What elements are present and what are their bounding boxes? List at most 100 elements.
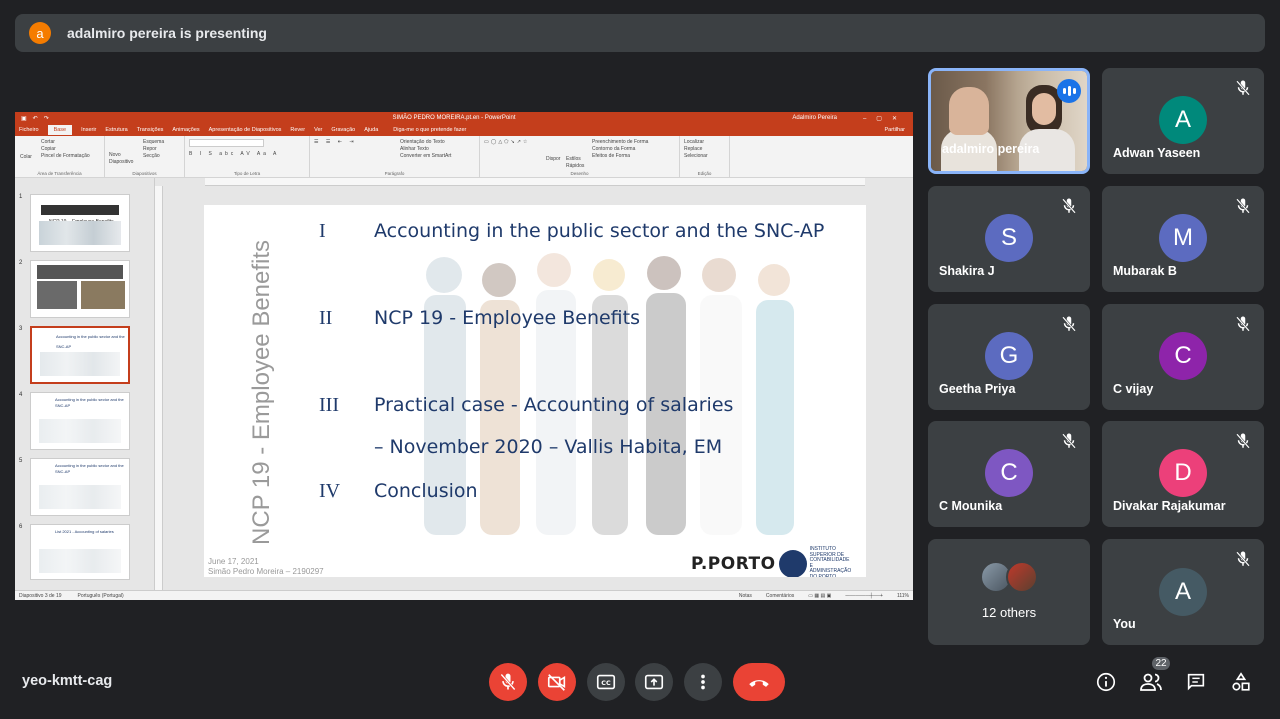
activities-button[interactable]	[1229, 670, 1253, 694]
agenda-number: III	[319, 394, 339, 416]
participant-name: You	[1113, 617, 1136, 631]
tab-rever[interactable]: Rever	[290, 127, 305, 133]
shape-effects-button[interactable]: Efeitos de Forma	[592, 153, 648, 160]
participant-tile[interactable]: S Shakira J	[928, 186, 1090, 292]
align-text-button[interactable]: Alinhar Texto	[400, 146, 451, 153]
language-indicator[interactable]: Português (Portugal)	[78, 593, 124, 599]
slide-thumbnail[interactable]	[30, 260, 130, 318]
participant-tile[interactable]: D Divakar Rajakumar	[1102, 421, 1264, 527]
camera-toggle-button[interactable]	[538, 663, 576, 701]
font-name-box[interactable]	[189, 139, 264, 147]
shape-fill-button[interactable]: Preenchimento de Forma	[592, 139, 648, 146]
shape-outline-button[interactable]: Contorno da Forma	[592, 146, 648, 153]
ppt-user-name: Adalmiro Pereira	[792, 115, 837, 121]
zoom-slider[interactable]: –──────┼──+	[845, 593, 883, 599]
slide-thumbnail-selected[interactable]: Accounting in the public sector and the …	[30, 326, 130, 384]
people-button[interactable]	[1139, 670, 1163, 694]
replace-button[interactable]: Replace	[684, 146, 725, 153]
captions-button[interactable]: CC	[587, 663, 625, 701]
tell-me-box[interactable]: Diga-me o que pretende fazer	[393, 127, 466, 133]
select-button[interactable]: Selecionar	[684, 153, 725, 160]
tab-ficheiro[interactable]: Ficheiro	[19, 127, 39, 133]
ribbon-group-drawing: ▭◯△⬠↘↗☆ Dispor Estilos Rápidos Preenchim…	[480, 136, 680, 177]
ppt-status-bar: Diapositivo 3 de 19 Português (Portugal)…	[15, 590, 913, 600]
copy-button[interactable]: Copiar	[41, 146, 100, 153]
slide-footer: June 17, 2021 Simão Pedro Moreira – 2190…	[208, 557, 324, 577]
vertical-ruler	[155, 186, 163, 590]
save-icon[interactable]: ▣	[21, 115, 27, 122]
section-button[interactable]: Secção	[143, 153, 180, 160]
slide-thumbnail[interactable]: Accounting in the public sector and the …	[30, 392, 130, 450]
institute-name: INSTITUTO SUPERIOR DE CONTABILIDADE E AD…	[809, 546, 852, 577]
tab-inserir[interactable]: Inserir	[81, 127, 96, 133]
slide-thumbnail[interactable]: NCP 19 – Employee Benefits	[30, 194, 130, 252]
reset-button[interactable]: Repor	[143, 146, 180, 153]
paste-button[interactable]: Colar	[20, 154, 32, 161]
more-options-button[interactable]	[684, 663, 722, 701]
redo-icon[interactable]: ↷	[44, 115, 49, 122]
other-avatar	[1006, 561, 1038, 593]
view-buttons[interactable]: ▭ ▦ ▤ ▣	[808, 593, 831, 599]
mic-toggle-button[interactable]	[489, 663, 527, 701]
tab-animacoes[interactable]: Animações	[172, 127, 199, 133]
slide-thumbnail[interactable]: Accounting in the public sector and the …	[30, 458, 130, 516]
people-icon	[1140, 673, 1162, 691]
slide-date: June 17, 2021	[208, 557, 259, 566]
participant-tile[interactable]: M Mubarak B	[1102, 186, 1264, 292]
participant-tile[interactable]: C C vijay	[1102, 304, 1264, 410]
cut-button[interactable]: Cortar	[41, 139, 100, 146]
tab-transicoes[interactable]: Transições	[137, 127, 164, 133]
ribbon-group-editing: Localizar Replace Selecionar Edição	[680, 136, 730, 177]
mic-off-icon	[1062, 198, 1076, 214]
participant-tile[interactable]: C C Mounika	[928, 421, 1090, 527]
agenda-number: IV	[319, 480, 341, 502]
leave-call-button[interactable]	[733, 663, 785, 701]
slide-vertical-title: NCP 19 - Employee Benefits	[248, 239, 275, 545]
participant-avatar: C	[985, 449, 1033, 497]
find-button[interactable]: Localizar	[684, 139, 725, 146]
participant-tile-presenter[interactable]: adalmiro pereira	[928, 68, 1090, 174]
tab-estrutura[interactable]: Estrutura	[105, 127, 127, 133]
thumb-number: 2	[19, 260, 23, 266]
participant-tile[interactable]: A Adwan Yaseen	[1102, 68, 1264, 174]
meeting-details-button[interactable]	[1094, 670, 1118, 694]
tab-apresentacao[interactable]: Apresentação de Diapositivos	[209, 127, 282, 133]
text-direction-button[interactable]: Orientação do Texto	[400, 139, 451, 146]
slide-thumbnails-pane[interactable]: 1 NCP 19 – Employee Benefits 2 3 Account…	[15, 178, 155, 590]
notes-button[interactable]: Notas	[739, 593, 752, 599]
slide-canvas[interactable]: NCP 19 - Employee Benefits I Accounting …	[204, 205, 866, 577]
arrange-button[interactable]: Dispor	[546, 156, 560, 163]
tab-ver[interactable]: Ver	[314, 127, 322, 133]
self-tile[interactable]: A You	[1102, 539, 1264, 645]
mic-off-icon	[1236, 433, 1250, 449]
smartart-button[interactable]: Converter em SmartArt	[400, 153, 451, 160]
participant-name: Geetha Priya	[939, 382, 1016, 396]
comments-button[interactable]: Comentários	[766, 593, 794, 599]
tab-gravacao[interactable]: Gravação	[331, 127, 355, 133]
new-slide-button[interactable]: Novo Diapositivo	[109, 152, 137, 166]
chat-button[interactable]	[1184, 670, 1208, 694]
participant-tile[interactable]: G Geetha Priya	[928, 304, 1090, 410]
slide-thumbnail[interactable]: List 2021 - Accounting of salaries	[30, 524, 130, 580]
quick-access-toolbar[interactable]: ▣ ↶ ↷	[21, 115, 221, 122]
present-screen-button[interactable]	[635, 663, 673, 701]
ribbon-group-paragraph: Orientação do Texto Alinhar Texto Conver…	[310, 136, 480, 177]
thumb-number: 1	[19, 194, 23, 200]
layout-button[interactable]: Esquema	[143, 139, 180, 146]
others-tile[interactable]: 12 others	[928, 539, 1090, 645]
participant-avatar: D	[1159, 449, 1207, 497]
tab-base[interactable]: Base	[47, 125, 73, 135]
format-painter-button[interactable]: Pincel de Formatação	[41, 153, 100, 160]
thumb-number: 5	[19, 458, 23, 464]
zoom-level[interactable]: 111%	[897, 593, 909, 599]
thumb-number: 4	[19, 392, 23, 398]
participant-avatar: A	[1159, 96, 1207, 144]
ppt-share-button[interactable]: Partilhar	[885, 127, 905, 133]
undo-icon[interactable]: ↶	[33, 115, 38, 122]
window-controls[interactable]: –▢✕	[837, 115, 907, 122]
font-style-buttons[interactable]: B I S abc AV Aa A	[189, 151, 305, 158]
tab-ajuda[interactable]: Ajuda	[364, 127, 378, 133]
editing-group-label: Edição	[697, 171, 712, 176]
mic-off-icon	[1062, 433, 1076, 449]
quick-styles-button[interactable]: Estilos Rápidos	[566, 156, 588, 170]
